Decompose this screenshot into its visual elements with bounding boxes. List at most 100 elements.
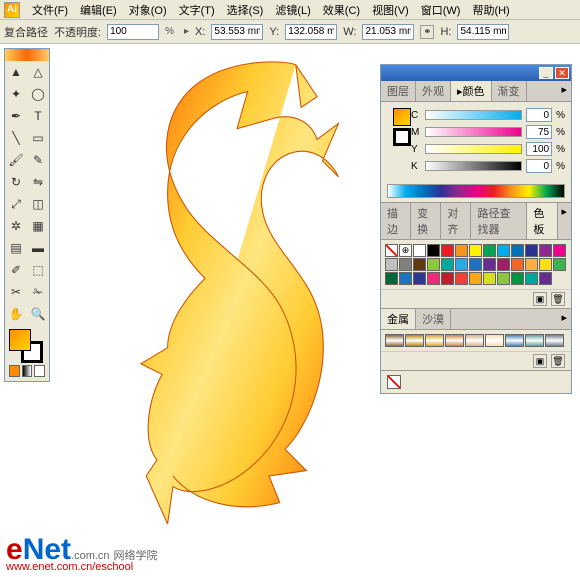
metal-menu-icon[interactable]: ▸ (557, 309, 571, 329)
menu-help[interactable]: 帮助(H) (466, 0, 515, 20)
swatch[interactable] (483, 272, 496, 285)
reflect-tool[interactable]: ⇋ (27, 171, 49, 193)
tools-header[interactable] (5, 49, 49, 61)
tab-align[interactable]: 对齐 (441, 203, 471, 239)
menu-type[interactable]: 文字(T) (173, 0, 221, 20)
panel-titlebar[interactable]: _ ✕ (381, 65, 571, 81)
menu-view[interactable]: 视图(V) (366, 0, 415, 20)
spectrum-picker[interactable] (387, 184, 565, 198)
delete-swatch-icon[interactable]: 🗑 (551, 292, 565, 306)
swatch[interactable] (441, 258, 454, 271)
zoom-tool[interactable]: 🔍 (27, 303, 49, 325)
swatch[interactable] (497, 272, 510, 285)
tab-transform[interactable]: 变换 (411, 203, 441, 239)
tab-metal[interactable]: 金属 (381, 309, 416, 329)
swatch[interactable] (553, 244, 566, 257)
gradient-mode-icon[interactable] (22, 365, 33, 377)
swatch[interactable] (539, 258, 552, 271)
swatch[interactable] (413, 258, 426, 271)
metal-swatch[interactable] (545, 334, 564, 347)
tab-stroke[interactable]: 描边 (381, 203, 411, 239)
swatch[interactable] (427, 244, 440, 257)
tab-layers[interactable]: 图层 (381, 81, 416, 101)
yellow-slider[interactable] (425, 144, 522, 154)
eyedropper-tool[interactable]: ✐ (5, 259, 27, 281)
fill-swatch[interactable] (9, 329, 31, 351)
swatch[interactable] (385, 258, 398, 271)
swatch[interactable] (525, 258, 538, 271)
cancel-icon[interactable] (387, 375, 401, 389)
selection-tool[interactable]: ▲ (5, 61, 27, 83)
free-transform-tool[interactable]: ◫ (27, 193, 49, 215)
metal-swatch[interactable] (465, 334, 484, 347)
menu-edit[interactable]: 编辑(E) (74, 0, 123, 20)
scale-tool[interactable]: ⤢ (5, 193, 27, 215)
slice-tool[interactable]: ✂ (5, 281, 27, 303)
menu-filter[interactable]: 滤镜(L) (269, 0, 316, 20)
cyan-slider[interactable] (425, 110, 522, 120)
color-mode-icon[interactable] (9, 365, 20, 377)
tab-color[interactable]: ▸颜色 (451, 81, 492, 101)
metal-swatch[interactable] (425, 334, 444, 347)
link-wh-icon[interactable]: ⚭ (420, 25, 434, 39)
swatch[interactable] (483, 244, 496, 257)
swatch[interactable] (497, 258, 510, 271)
metal-swatch[interactable] (485, 334, 504, 347)
swatch[interactable] (511, 272, 524, 285)
swatch[interactable] (497, 244, 510, 257)
close-icon[interactable]: ✕ (555, 67, 569, 79)
menu-select[interactable]: 选择(S) (221, 0, 270, 20)
symbol-sprayer-tool[interactable]: ✲ (5, 215, 27, 237)
delete-metal-swatch-icon[interactable]: 🗑 (551, 354, 565, 368)
yellow-input[interactable] (526, 142, 552, 156)
direct-select-tool[interactable]: △ (27, 61, 49, 83)
tab-desert[interactable]: 沙漠 (416, 309, 451, 329)
swatch[interactable] (539, 272, 552, 285)
mesh-tool[interactable]: ▤ (5, 237, 27, 259)
swatch[interactable] (469, 244, 482, 257)
swatch[interactable] (525, 244, 538, 257)
metal-swatch[interactable] (525, 334, 544, 347)
swatch[interactable] (553, 258, 566, 271)
y-input[interactable] (285, 24, 337, 40)
menu-object[interactable]: 对象(O) (123, 0, 173, 20)
panel-menu-icon[interactable]: ▸ (557, 81, 571, 101)
line-tool[interactable]: ╲ (5, 127, 27, 149)
black-slider[interactable] (425, 161, 522, 171)
opacity-input[interactable] (107, 24, 159, 40)
h-input[interactable] (457, 24, 509, 40)
magic-wand-tool[interactable]: ✦ (5, 83, 27, 105)
metal-swatch[interactable] (505, 334, 524, 347)
rectangle-tool[interactable]: ▭ (27, 127, 49, 149)
type-tool[interactable]: T (27, 105, 49, 127)
new-metal-swatch-icon[interactable]: ▣ (533, 354, 547, 368)
swatch[interactable] (441, 272, 454, 285)
rotate-tool[interactable]: ↻ (5, 171, 27, 193)
lasso-tool[interactable]: ◯ (27, 83, 49, 105)
metal-swatch[interactable] (405, 334, 424, 347)
swatch[interactable] (399, 258, 412, 271)
swatch[interactable] (455, 244, 468, 257)
swatch[interactable] (427, 258, 440, 271)
menu-effect[interactable]: 效果(C) (317, 0, 366, 20)
pen-tool[interactable]: ✒ (5, 105, 27, 127)
swatch[interactable] (413, 272, 426, 285)
panel-fill-swatch[interactable] (393, 108, 411, 126)
swatch[interactable] (399, 272, 412, 285)
swatch[interactable] (483, 258, 496, 271)
metal-swatch[interactable] (445, 334, 464, 347)
tab-pathfinder[interactable]: 路径查找器 (471, 203, 527, 239)
menu-window[interactable]: 窗口(W) (415, 0, 467, 20)
swatch[interactable] (441, 244, 454, 257)
swatch[interactable] (469, 272, 482, 285)
swatch-none[interactable] (385, 244, 398, 257)
none-mode-icon[interactable] (34, 365, 45, 377)
swatch[interactable] (525, 272, 538, 285)
graph-tool[interactable]: ▦ (27, 215, 49, 237)
minimize-icon[interactable]: _ (539, 67, 553, 79)
swatch[interactable] (539, 244, 552, 257)
swatch[interactable] (455, 272, 468, 285)
swatch[interactable] (413, 244, 426, 257)
swatch[interactable] (469, 258, 482, 271)
magenta-slider[interactable] (425, 127, 522, 137)
